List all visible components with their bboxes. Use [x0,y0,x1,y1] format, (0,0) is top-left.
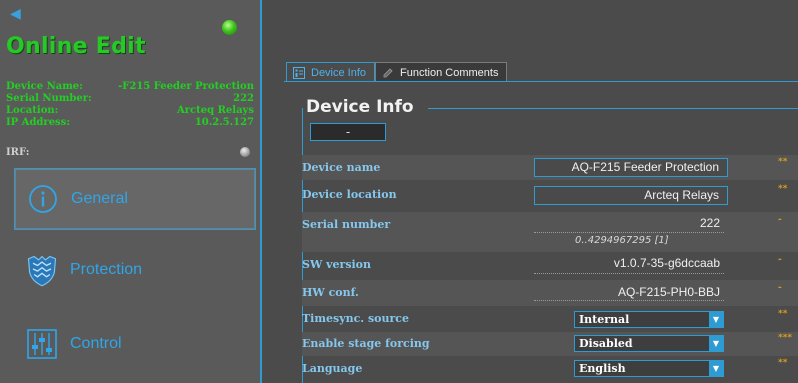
grey-led-icon [240,147,250,157]
device-location-input[interactable]: Arcteq Relays [534,186,728,205]
section-title: Device Info [306,97,414,117]
stage-forcing-value: Disabled [579,337,633,350]
chevron-down-icon[interactable]: ▼ [709,312,723,327]
serial-number-field-label: Serial number [302,218,391,231]
status-title: Online Edit [6,34,146,59]
location-value: Arcteq Relays [177,105,254,116]
sw-version-field-row: SW version v1.0.7-35-g6dccaab - [302,252,798,278]
location-label: Location: [6,105,59,116]
info-circle-icon [29,185,57,213]
pencil-icon [383,67,393,77]
collapse-button[interactable]: - [310,123,386,141]
hw-conf-field-value: AQ-F215-PH0-BBJ [617,285,720,299]
timesync-source-marker: ** [778,309,788,319]
language-field-row: Language English ▼ ** [302,356,798,383]
device-name-input[interactable]: AQ-F215 Feeder Protection [534,158,728,177]
nav-protection[interactable]: Protection [14,240,254,300]
serial-number-row: Serial Number: 222 [6,93,254,105]
device-location-marker: ** [778,184,788,194]
tab-bar: Device Info Function Comments [286,62,508,82]
device-name-field-row: Device name AQ-F215 Feeder Protection ** [302,155,798,180]
device-location-field-row: Device location Arcteq Relays ** [302,182,798,210]
chevron-down-icon[interactable]: ▼ [709,336,723,351]
serial-number-field-value[interactable]: 222 [534,216,728,230]
serial-number-underline [534,232,724,234]
device-name-value: -F215 Feeder Protection [118,81,254,92]
section-title-rule [428,108,798,109]
shield-icon [27,255,57,287]
language-marker: ** [778,358,788,368]
back-arrow-icon[interactable]: ◀ [10,7,21,21]
app-window: ◀ Online Edit Device Name: -F215 Feeder … [0,0,798,383]
nav-protection-label: Protection [70,261,143,278]
serial-number-label: Serial Number: [6,93,92,104]
device-name-row: Device Name: -F215 Feeder Protection [6,81,254,93]
hw-conf-marker: - [778,283,782,293]
ip-address-value: 10.2.5.127 [194,117,254,128]
stage-forcing-field-row: Enable stage forcing Disabled ▼ *** [302,332,798,356]
tab-device-info[interactable]: Device Info [286,62,376,82]
serial-number-field-row: Serial number 222 0..4294967295 [1] - [302,212,798,252]
tab-function-comments[interactable]: Function Comments [375,62,508,82]
device-name-field-label: Device name [302,161,381,174]
nav-general[interactable]: General [14,168,256,230]
sw-version-underline [534,273,724,275]
nav-general-label: General [71,190,128,207]
green-led-icon [222,20,237,35]
tab-device-info-label: Device Info [311,66,367,79]
stage-forcing-field-label: Enable stage forcing [302,337,430,350]
device-location-field-label: Device location [302,188,397,201]
timesync-source-dropdown[interactable]: Internal ▼ [574,311,724,328]
language-field-label: Language [302,362,363,375]
sw-version-field-value: v1.0.7-35-g6dccaab [613,256,720,270]
device-name-marker: ** [778,157,788,167]
sidebar: ◀ Online Edit Device Name: -F215 Feeder … [0,0,260,383]
stage-forcing-marker: *** [778,333,793,343]
timesync-source-field-label: Timesync. source [302,312,409,325]
ip-address-row: IP Address: 10.2.5.127 [6,117,254,129]
tab-function-comments-label: Function Comments [400,66,499,79]
sliders-icon [27,329,57,359]
irf-label: IRF: [6,147,30,158]
nav-control[interactable]: Control [14,314,254,374]
irf-row: IRF: [6,146,254,160]
hw-conf-field-label: HW conf. [302,286,359,299]
main-panel: Device Info Function Comments Device Inf… [262,0,798,383]
language-value: English [579,362,626,375]
sw-version-marker: - [778,255,782,265]
device-name-label: Device Name: [6,81,83,92]
serial-number-marker: - [778,215,782,225]
stage-forcing-dropdown[interactable]: Disabled ▼ [574,335,724,352]
sw-version-field-label: SW version [302,258,372,271]
chevron-down-icon[interactable]: ▼ [709,361,723,376]
ip-address-label: IP Address: [6,117,71,128]
nav-control-label: Control [70,335,122,352]
hw-conf-underline [534,300,724,302]
device-info-icon [293,66,305,79]
timesync-source-field-row: Timesync. source Internal ▼ ** [302,308,798,332]
location-row: Location: Arcteq Relays [6,105,254,117]
serial-number-value: 222 [233,93,254,104]
language-dropdown[interactable]: English ▼ [574,360,724,377]
hw-conf-field-row: HW conf. AQ-F215-PH0-BBJ - [302,280,798,306]
timesync-source-value: Internal [579,313,630,326]
tab-underline [284,81,798,82]
serial-number-range: 0..4294967295 [1] [575,235,669,246]
